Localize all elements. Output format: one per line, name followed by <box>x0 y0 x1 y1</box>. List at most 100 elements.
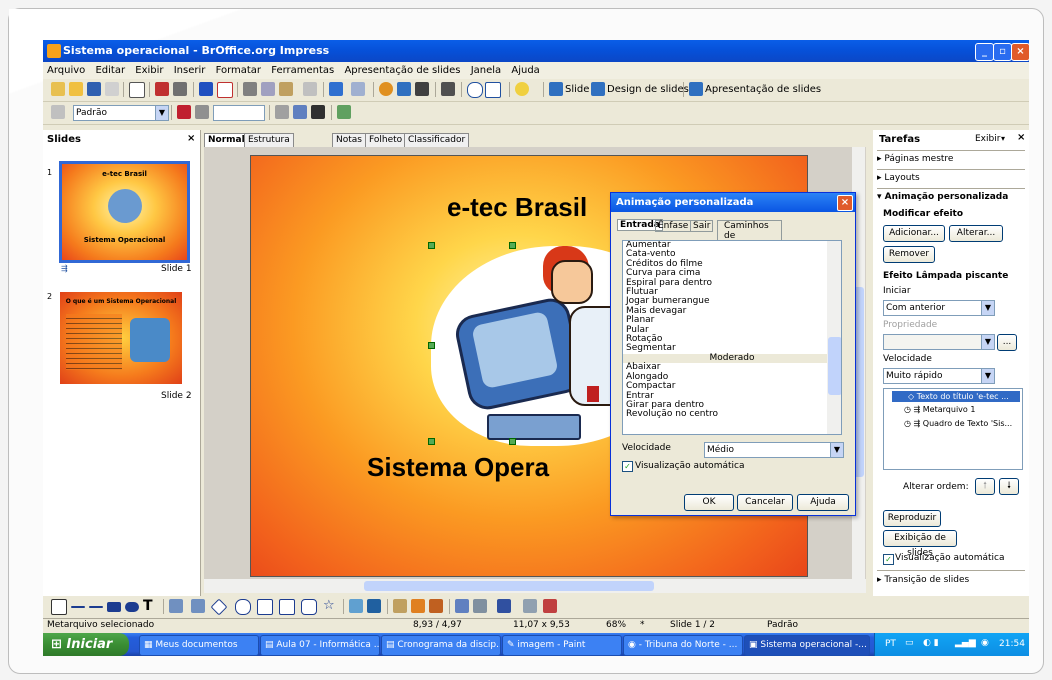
arrange-icon[interactable] <box>497 599 511 613</box>
interaction-icon[interactable] <box>543 599 557 613</box>
tab-notes[interactable]: Notas <box>332 133 366 148</box>
menu-editar[interactable]: Editar <box>95 65 125 76</box>
line-icon[interactable] <box>71 606 85 608</box>
slide-button-label[interactable]: Slide <box>565 84 589 95</box>
taskbar-item[interactable]: ▦ Meus documentos <box>139 635 259 656</box>
flowchart-icon[interactable] <box>279 599 295 615</box>
from-file-icon[interactable] <box>411 599 425 613</box>
menu-ajuda[interactable]: Ajuda <box>511 65 539 76</box>
menu-ferramentas[interactable]: Ferramentas <box>271 65 334 76</box>
email-icon[interactable] <box>105 82 119 96</box>
tasks-close-icon[interactable]: × <box>1017 132 1025 143</box>
design-icon[interactable] <box>591 82 605 96</box>
play-button[interactable]: Reproduzir <box>883 510 941 527</box>
selection-handle[interactable] <box>509 438 516 445</box>
start-button[interactable]: ⊞ Iniciar <box>43 633 129 656</box>
tasks-custom-animation[interactable]: ▾ Animação personalizada <box>877 192 1008 202</box>
new-slide-icon[interactable] <box>549 82 563 96</box>
effect-item[interactable]: Compactar <box>623 381 841 391</box>
slides-panel-close-icon[interactable]: × <box>187 133 195 144</box>
move-up-icon[interactable]: 🠕 <box>975 478 995 495</box>
line-width-input[interactable] <box>213 105 265 121</box>
selection-handle[interactable] <box>428 242 435 249</box>
arrow-line-icon[interactable] <box>89 606 103 608</box>
effects-scroll-thumb[interactable] <box>828 337 841 395</box>
block-arrows-icon[interactable] <box>257 599 273 615</box>
menu-exibir[interactable]: Exibir <box>135 65 163 76</box>
horizontal-scrollbar[interactable] <box>204 579 866 593</box>
taskbar-item[interactable]: ▤ Aula 07 - Informática ... <box>260 635 380 656</box>
table-icon[interactable] <box>397 82 411 96</box>
chart-icon[interactable] <box>379 82 393 96</box>
tasks-auto-preview-checkbox[interactable]: ✓ <box>883 554 894 565</box>
autospell-icon[interactable] <box>217 82 233 98</box>
save-icon[interactable] <box>87 82 101 96</box>
clock[interactable]: 21:54 <box>999 639 1025 649</box>
horizontal-scroll-thumb[interactable] <box>364 581 654 591</box>
start-select[interactable]: Com anterior ▼ <box>883 300 995 316</box>
effect-item[interactable]: Revolução no centro <box>623 409 841 419</box>
gallery-icon[interactable] <box>429 599 443 613</box>
effects-scrollbar[interactable] <box>827 241 841 434</box>
zoom-icon[interactable] <box>485 82 501 98</box>
ellipse-icon[interactable] <box>125 602 139 612</box>
undo-icon[interactable] <box>329 82 343 96</box>
dialog-close-icon[interactable]: × <box>837 195 853 211</box>
selection-handle[interactable] <box>509 242 516 249</box>
tasks-layouts[interactable]: ▸ Layouts <box>877 173 920 183</box>
rectangle-icon[interactable] <box>107 602 121 612</box>
fontwork-icon[interactable] <box>393 599 407 613</box>
animation-list[interactable]: ◇ Texto do título 'e-tec ... ◷ ⇶ Metarqu… <box>883 388 1023 470</box>
dialog-ok-button[interactable]: OK <box>684 494 734 511</box>
pdf-icon[interactable] <box>155 82 169 96</box>
shadow-icon[interactable] <box>311 105 325 119</box>
dialog-cancel-button[interactable]: Cancelar <box>737 494 793 511</box>
dialog-tab-sair[interactable]: Sair <box>690 220 714 232</box>
tasks-master-pages[interactable]: ▸ Páginas mestre <box>877 154 953 164</box>
image-icon[interactable] <box>337 105 351 119</box>
spellcheck-icon[interactable] <box>199 82 213 96</box>
points-icon[interactable] <box>349 599 363 613</box>
open-icon[interactable] <box>69 82 83 96</box>
paste-icon[interactable] <box>279 82 293 96</box>
close-button[interactable]: × <box>1011 43 1029 61</box>
property-options-button[interactable]: ... <box>997 334 1017 351</box>
remove-effect-button[interactable]: Remover <box>883 246 935 263</box>
line-style-icon[interactable] <box>177 105 191 119</box>
menu-formatar[interactable]: Formatar <box>216 65 261 76</box>
alignment-icon[interactable] <box>473 599 487 613</box>
dialog-speed-select[interactable]: Médio ▼ <box>704 442 844 458</box>
help-icon[interactable] <box>515 82 529 96</box>
taskbar-item-active[interactable]: ▣ Sistema operacional -... <box>744 635 870 656</box>
dialog-help-button[interactable]: Ajuda <box>797 494 849 511</box>
taskbar-item[interactable]: ✎ imagem - Paint <box>502 635 622 656</box>
connector-icon[interactable] <box>191 599 205 613</box>
edit-file-icon[interactable] <box>129 82 145 98</box>
menu-arquivo[interactable]: Arquivo <box>47 65 85 76</box>
tab-normal[interactable]: Normal <box>204 133 249 148</box>
presentation-button-label[interactable]: Apresentação de slides <box>705 84 821 95</box>
redo-icon[interactable] <box>351 82 365 96</box>
grid-icon[interactable] <box>441 82 455 96</box>
fill-icon[interactable] <box>293 105 307 119</box>
navigator-compass-icon[interactable] <box>467 82 483 98</box>
language-indicator[interactable]: PT <box>885 639 896 649</box>
slide-title[interactable]: e-tec Brasil <box>447 192 587 223</box>
presentation-icon[interactable] <box>689 82 703 96</box>
new-icon[interactable] <box>51 82 65 96</box>
volume-icon[interactable]: ◉ <box>981 638 989 648</box>
status-zoom[interactable]: 68% <box>606 620 626 630</box>
rotate-icon[interactable] <box>455 599 469 613</box>
style-select[interactable]: Padrão ▼ <box>73 105 169 121</box>
effect-item[interactable]: Mais devagar <box>623 306 841 316</box>
animation-item[interactable]: ◷ ⇶ Metarquivo 1 <box>904 405 975 414</box>
slide-thumbnail-1[interactable]: e-tec Brasil Sistema Operacional <box>59 161 190 263</box>
selection-handle[interactable] <box>428 438 435 445</box>
design-button-label[interactable]: Design de slides <box>607 84 689 95</box>
slide-subtitle[interactable]: Sistema Opera <box>367 452 549 483</box>
stars-icon[interactable]: ☆ <box>323 599 337 613</box>
tasks-view-menu[interactable]: Exibir <box>975 134 1000 144</box>
area-icon[interactable] <box>275 105 289 119</box>
effects-list[interactable]: Aumentar Cata-vento Créditos do filme Cu… <box>622 240 842 435</box>
symbol-shapes-icon[interactable] <box>235 599 251 615</box>
